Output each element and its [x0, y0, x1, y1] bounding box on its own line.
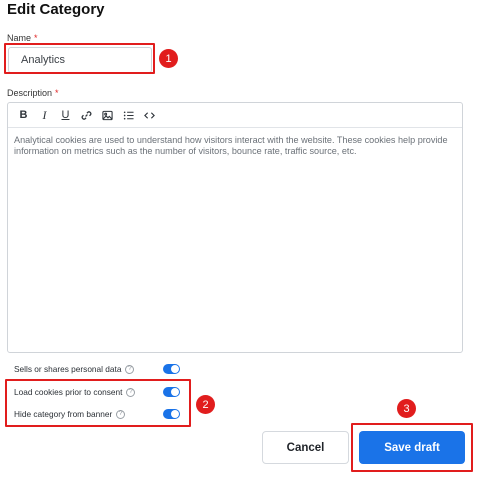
- name-label: Name *: [7, 33, 38, 43]
- dialog-title: Edit Category: [7, 1, 105, 18]
- annotation-highlight-1: [4, 43, 155, 74]
- code-icon[interactable]: [139, 105, 160, 125]
- underline-icon[interactable]: U: [55, 105, 76, 125]
- image-icon[interactable]: [97, 105, 118, 125]
- description-editor[interactable]: B I U Analytical cookies are used to und…: [7, 102, 463, 353]
- editor-toolbar: B I U: [8, 103, 462, 128]
- bulleted-list-icon[interactable]: [118, 105, 139, 125]
- description-label: Description *: [7, 88, 59, 98]
- bold-icon[interactable]: B: [13, 105, 34, 125]
- help-icon[interactable]: ?: [125, 364, 135, 374]
- required-mark: *: [55, 88, 59, 98]
- cancel-button[interactable]: Cancel: [262, 431, 349, 464]
- toggle-sells-data[interactable]: [163, 364, 180, 374]
- link-icon[interactable]: [76, 105, 97, 125]
- toggle-knob: [171, 365, 179, 373]
- annotation-badge-3: 3: [397, 399, 416, 418]
- toggle-row-sells-data: Sells or shares personal data ?: [14, 362, 135, 376]
- annotation-highlight-2: [5, 379, 191, 427]
- toggle-label: Sells or shares personal data: [14, 364, 122, 374]
- italic-icon[interactable]: I: [34, 105, 55, 125]
- annotation-highlight-3: [351, 423, 473, 472]
- required-mark: *: [34, 33, 38, 43]
- description-text[interactable]: Analytical cookies are used to understan…: [8, 128, 462, 157]
- annotation-badge-1: 1: [159, 49, 178, 68]
- annotation-badge-2: 2: [196, 395, 215, 414]
